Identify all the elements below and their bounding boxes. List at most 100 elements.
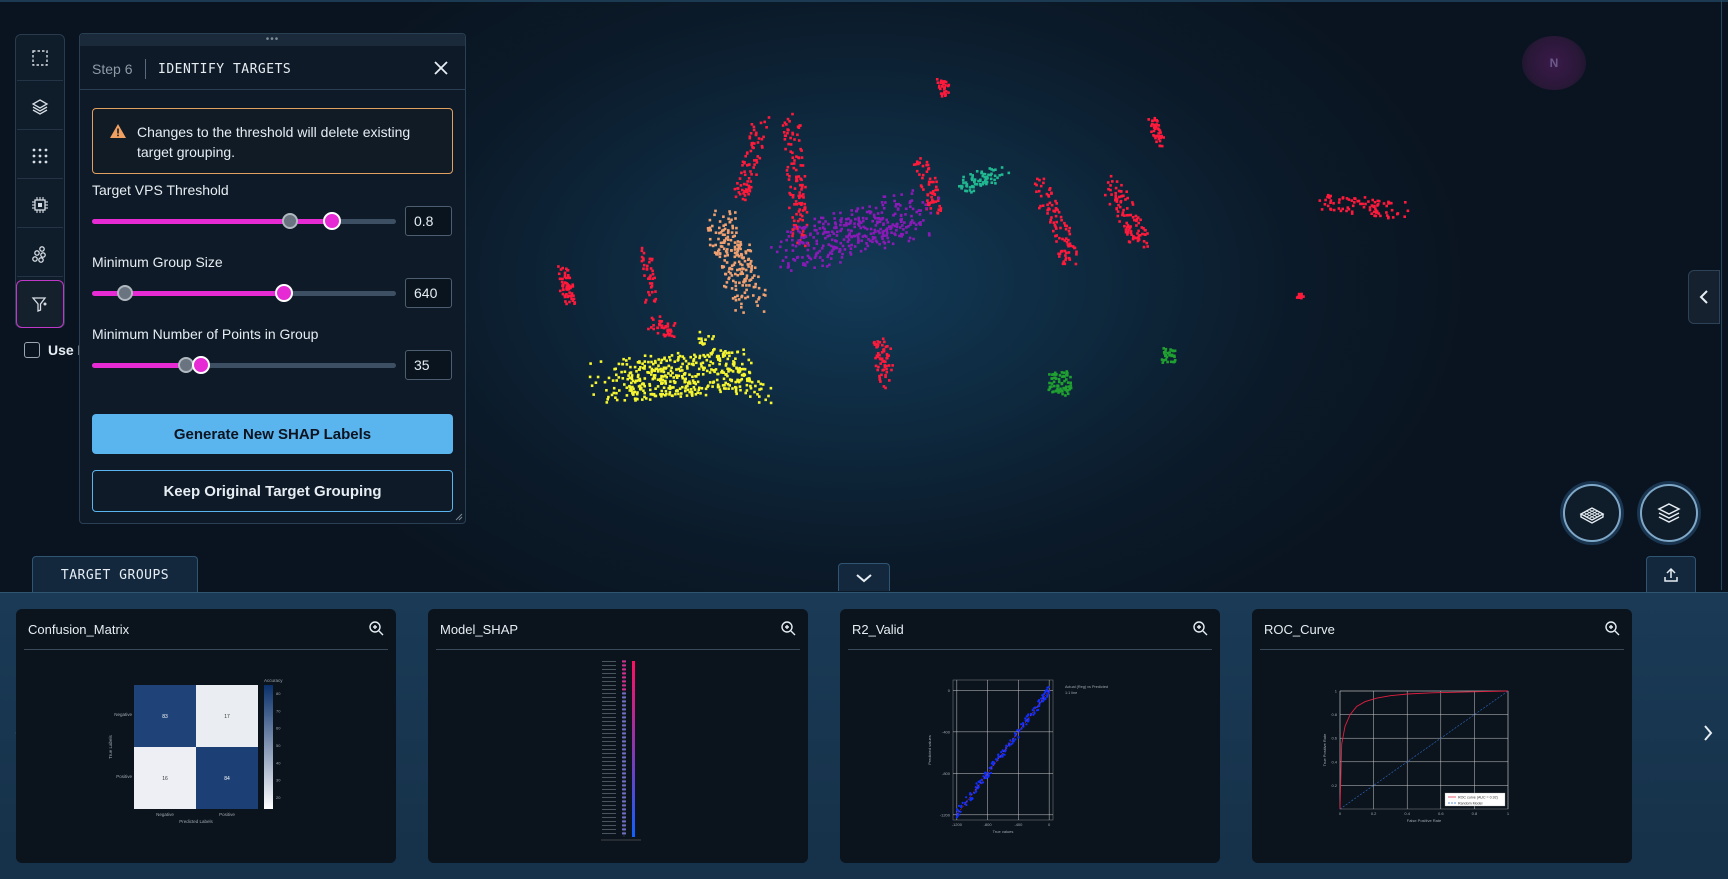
- terrain-view-button[interactable]: [1563, 484, 1621, 542]
- point: [733, 248, 737, 251]
- vps-threshold-thumb[interactable]: [323, 212, 342, 230]
- point: [775, 250, 779, 254]
- resize-handle-icon[interactable]: [455, 513, 463, 521]
- point: [722, 241, 726, 244]
- collapse-dock-button[interactable]: [838, 563, 890, 591]
- point: [1387, 201, 1391, 205]
- x-axis-label: False Positive Rate: [1407, 818, 1442, 823]
- layers-button[interactable]: [17, 84, 63, 130]
- point: [672, 386, 675, 389]
- point: [721, 229, 724, 233]
- point: [675, 389, 679, 392]
- point: [792, 166, 796, 170]
- scatter-point: [975, 790, 978, 793]
- point: [680, 392, 683, 395]
- zoom-icon[interactable]: [368, 620, 384, 636]
- min-group-size-thumb[interactable]: [274, 284, 293, 302]
- point: [750, 361, 753, 365]
- point: [669, 374, 672, 377]
- point: [639, 366, 642, 369]
- point: [701, 373, 705, 376]
- model-button[interactable]: [17, 182, 63, 228]
- point: [902, 228, 905, 231]
- select-box-button[interactable]: [17, 35, 63, 81]
- filter-targets-button[interactable]: [16, 280, 64, 328]
- generate-shap-labels-button[interactable]: Generate New SHAP Labels: [92, 414, 453, 454]
- min-group-size-input[interactable]: [405, 278, 452, 308]
- point: [714, 231, 718, 234]
- point: [876, 212, 880, 215]
- card-model-shap[interactable]: Model_SHAP: [428, 609, 808, 863]
- point: [722, 265, 726, 269]
- point: [845, 235, 848, 238]
- cluster-button[interactable]: [17, 231, 63, 277]
- point-cluster: [958, 166, 1011, 194]
- point: [1048, 381, 1051, 385]
- scatter-point: [990, 771, 993, 775]
- point: [728, 220, 732, 224]
- point: [802, 241, 805, 245]
- point: [617, 362, 621, 366]
- min-points-thumb[interactable]: [192, 356, 211, 374]
- point: [664, 325, 667, 328]
- point: [727, 387, 730, 390]
- point: [1345, 197, 1349, 200]
- card-roc-curve[interactable]: ROC_Curve 0 0.2 0.4 0.6 0.8 1 1 0.8 0.6 0.4 0.2 ROC…: [1252, 609, 1632, 863]
- point: [1059, 226, 1062, 230]
- point: [938, 204, 941, 208]
- point: [743, 170, 746, 173]
- min-points-slider[interactable]: [92, 356, 396, 374]
- point: [840, 256, 844, 259]
- dock-next-button[interactable]: [1698, 723, 1718, 743]
- point: [980, 171, 983, 175]
- grid-points-button[interactable]: [17, 133, 63, 179]
- point: [742, 311, 745, 314]
- layer-stack-button[interactable]: [1640, 484, 1698, 542]
- min-group-size-slider[interactable]: [92, 284, 396, 302]
- select-box-icon: [32, 49, 48, 66]
- feature-tick: [602, 801, 616, 802]
- scatter-point: [1046, 695, 1049, 698]
- card-r2-valid[interactable]: R2_Valid -1200 -800 -400 0 0 -400 -800 -1200 Act…: [840, 609, 1220, 863]
- point: [707, 335, 710, 338]
- point: [755, 161, 759, 164]
- point: [876, 352, 880, 355]
- vps-threshold-slider[interactable]: [92, 212, 396, 230]
- zoom-icon[interactable]: [1192, 620, 1208, 636]
- feature-tick: [602, 813, 616, 814]
- point: [1170, 354, 1174, 358]
- keep-original-grouping-button[interactable]: Keep Original Target Grouping: [92, 470, 453, 512]
- point: [874, 239, 878, 242]
- point: [622, 357, 625, 361]
- point: [724, 237, 728, 240]
- feature-tick: [602, 797, 616, 798]
- feature-tick: [602, 829, 616, 830]
- card-confusion-matrix[interactable]: Confusion_Matrix 83 17 16 84 Negative Positiv…: [16, 609, 396, 863]
- point: [886, 345, 889, 348]
- tab-target-groups[interactable]: TARGET GROUPS: [32, 556, 198, 593]
- point: [683, 380, 687, 384]
- point: [652, 376, 656, 379]
- vps-threshold-input[interactable]: [405, 206, 452, 236]
- point: [795, 177, 798, 180]
- point: [1131, 237, 1135, 241]
- point: [740, 294, 744, 298]
- x-tick-label: 0.8: [1472, 811, 1478, 816]
- shap-point: [622, 768, 626, 771]
- compass-widget[interactable]: N: [1522, 36, 1586, 90]
- point: [786, 165, 790, 169]
- export-button[interactable]: [1646, 556, 1696, 593]
- point: [708, 218, 712, 222]
- point: [684, 389, 687, 393]
- panel-drag-handle[interactable]: •••: [80, 34, 465, 46]
- zoom-icon[interactable]: [780, 620, 796, 636]
- point: [708, 371, 712, 374]
- min-points-input[interactable]: [405, 350, 452, 380]
- point: [625, 394, 629, 397]
- zoom-icon[interactable]: [1604, 620, 1620, 636]
- collapse-right-panel-button[interactable]: [1688, 270, 1720, 324]
- point: [1385, 211, 1388, 214]
- close-panel-button[interactable]: [431, 58, 451, 78]
- point: [1122, 208, 1125, 212]
- use-new-genvps-checkbox[interactable]: [24, 342, 40, 358]
